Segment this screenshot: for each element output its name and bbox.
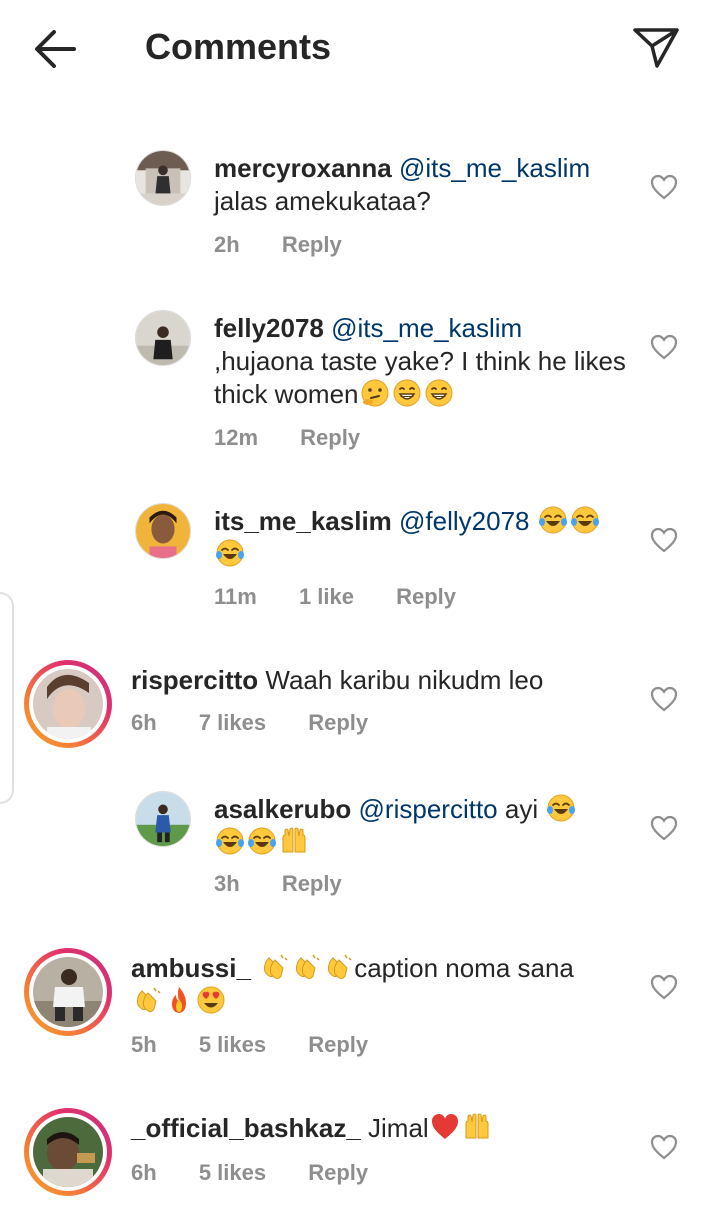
avatar-story-ring[interactable] (24, 1108, 112, 1196)
reply-button[interactable]: Reply (308, 1160, 368, 1186)
comment-username[interactable]: _official_bashkaz_ (131, 1113, 361, 1143)
comment-username[interactable]: mercyroxanna (214, 153, 392, 183)
comment-time: 3h (214, 871, 240, 896)
avatar[interactable] (135, 791, 191, 847)
comment-text: its_me_kaslim @felly2078 (214, 505, 629, 571)
red-heart-emoji-icon (431, 1114, 458, 1139)
grinning-face-emoji-icon (393, 379, 420, 407)
heart-icon[interactable] (650, 686, 678, 712)
comment-body: caption noma sana (354, 953, 574, 983)
comment-time: 6h (131, 710, 157, 735)
heart-icon[interactable] (650, 174, 678, 200)
avatar[interactable] (135, 150, 191, 206)
heart-icon[interactable] (650, 527, 678, 553)
comment-username[interactable]: rispercitto (131, 665, 258, 695)
header-bar: Comments (0, 0, 720, 96)
tears-of-joy-emoji-icon (538, 506, 567, 534)
comment-meta: 12m Reply (214, 425, 396, 451)
heart-icon[interactable] (650, 334, 678, 360)
raising-hands-emoji-icon (282, 827, 306, 853)
tears-of-joy-emoji-icon (248, 827, 276, 855)
clapping-hands-emoji-icon (264, 954, 288, 980)
grinning-face-emoji-icon (425, 379, 452, 407)
back-arrow-icon[interactable] (28, 24, 84, 74)
page-title: Comments (145, 26, 332, 67)
comment-meta: 11m 1 like Reply (214, 584, 492, 610)
comment-time: 11m (214, 584, 257, 609)
avatar[interactable] (135, 310, 191, 366)
reply-button[interactable]: Reply (282, 232, 342, 258)
comment-text: asalkerubo @rispercitto ayi (214, 793, 629, 859)
comment-username[interactable]: asalkerubo (214, 794, 351, 824)
comment-likes[interactable]: 7 likes (199, 710, 266, 736)
avatar[interactable] (135, 503, 191, 559)
tears-of-joy-emoji-icon (216, 827, 244, 855)
reply-button[interactable]: Reply (396, 584, 456, 610)
comment-likes[interactable]: 5 likes (199, 1160, 266, 1186)
fire-emoji-icon (172, 987, 186, 1013)
comment-mention[interactable]: @its_me_kaslim (399, 153, 590, 183)
comment-username[interactable]: felly2078 (214, 313, 324, 343)
comment-text: mercyroxanna @its_me_kaslim jalas amekuk… (214, 152, 629, 218)
comment-likes[interactable]: 1 like (299, 584, 354, 610)
comment-mention[interactable]: @its_me_kaslim (331, 313, 522, 343)
comment-text: felly2078 @its_me_kaslim ,hujaona taste … (214, 312, 629, 411)
direct-send-icon[interactable] (630, 22, 682, 74)
comment-time: 6h (131, 1160, 157, 1185)
comment-body: jalas amekukataa? (214, 186, 431, 216)
comment-time: 5h (131, 1032, 157, 1057)
comment-username[interactable]: its_me_kaslim (214, 506, 392, 536)
tears-of-joy-emoji-icon (216, 539, 244, 567)
comment-body: ayi (504, 794, 539, 824)
reply-button[interactable]: Reply (308, 710, 368, 736)
comment-body: Waah karibu nikudm leo (265, 665, 544, 695)
raising-hands-emoji-icon (465, 1113, 489, 1139)
clapping-hands-emoji-icon (328, 954, 352, 980)
heart-icon[interactable] (650, 1134, 678, 1160)
comment-meta: 2h Reply (214, 232, 378, 258)
comment-meta: 6h 5 likes Reply (131, 1160, 404, 1186)
comment-meta: 5h 5 likes Reply (131, 1032, 404, 1058)
comments-screen: Comments mercyroxanna @its_me_kaslim jal… (0, 0, 720, 1231)
tears-of-joy-emoji-icon (547, 794, 576, 822)
comment-body: Jimal (368, 1113, 429, 1143)
comment-time: 12m (214, 425, 259, 450)
heart-icon[interactable] (650, 815, 678, 841)
thinking-face-emoji-icon (361, 379, 388, 407)
reply-button[interactable]: Reply (300, 425, 360, 451)
side-edge-panel (0, 592, 14, 804)
reply-button[interactable]: Reply (308, 1032, 368, 1058)
heart-icon[interactable] (650, 974, 678, 1000)
clapping-hands-emoji-icon (137, 987, 161, 1013)
comment-time: 2h (214, 232, 240, 257)
comment-mention[interactable]: @rispercitto (359, 794, 498, 824)
comment-mention[interactable]: @felly2078 (399, 506, 529, 536)
avatar-story-ring[interactable] (24, 948, 112, 1036)
avatar-story-ring[interactable] (24, 660, 112, 748)
comment-text: _official_bashkaz_ Jimal (131, 1112, 631, 1145)
comment-likes[interactable]: 5 likes (199, 1032, 266, 1058)
clapping-hands-emoji-icon (296, 954, 320, 980)
reply-button[interactable]: Reply (282, 871, 342, 897)
comment-text: rispercitto Waah karibu nikudm leo (131, 664, 631, 697)
comment-text: ambussi_ caption noma sana (131, 952, 631, 1018)
comment-username[interactable]: ambussi_ (131, 953, 251, 983)
tears-of-joy-emoji-icon (570, 506, 599, 534)
comment-meta: 6h 7 likes Reply (131, 710, 404, 736)
heart-eyes-emoji-icon (197, 986, 225, 1014)
comment-meta: 3h Reply (214, 871, 378, 897)
